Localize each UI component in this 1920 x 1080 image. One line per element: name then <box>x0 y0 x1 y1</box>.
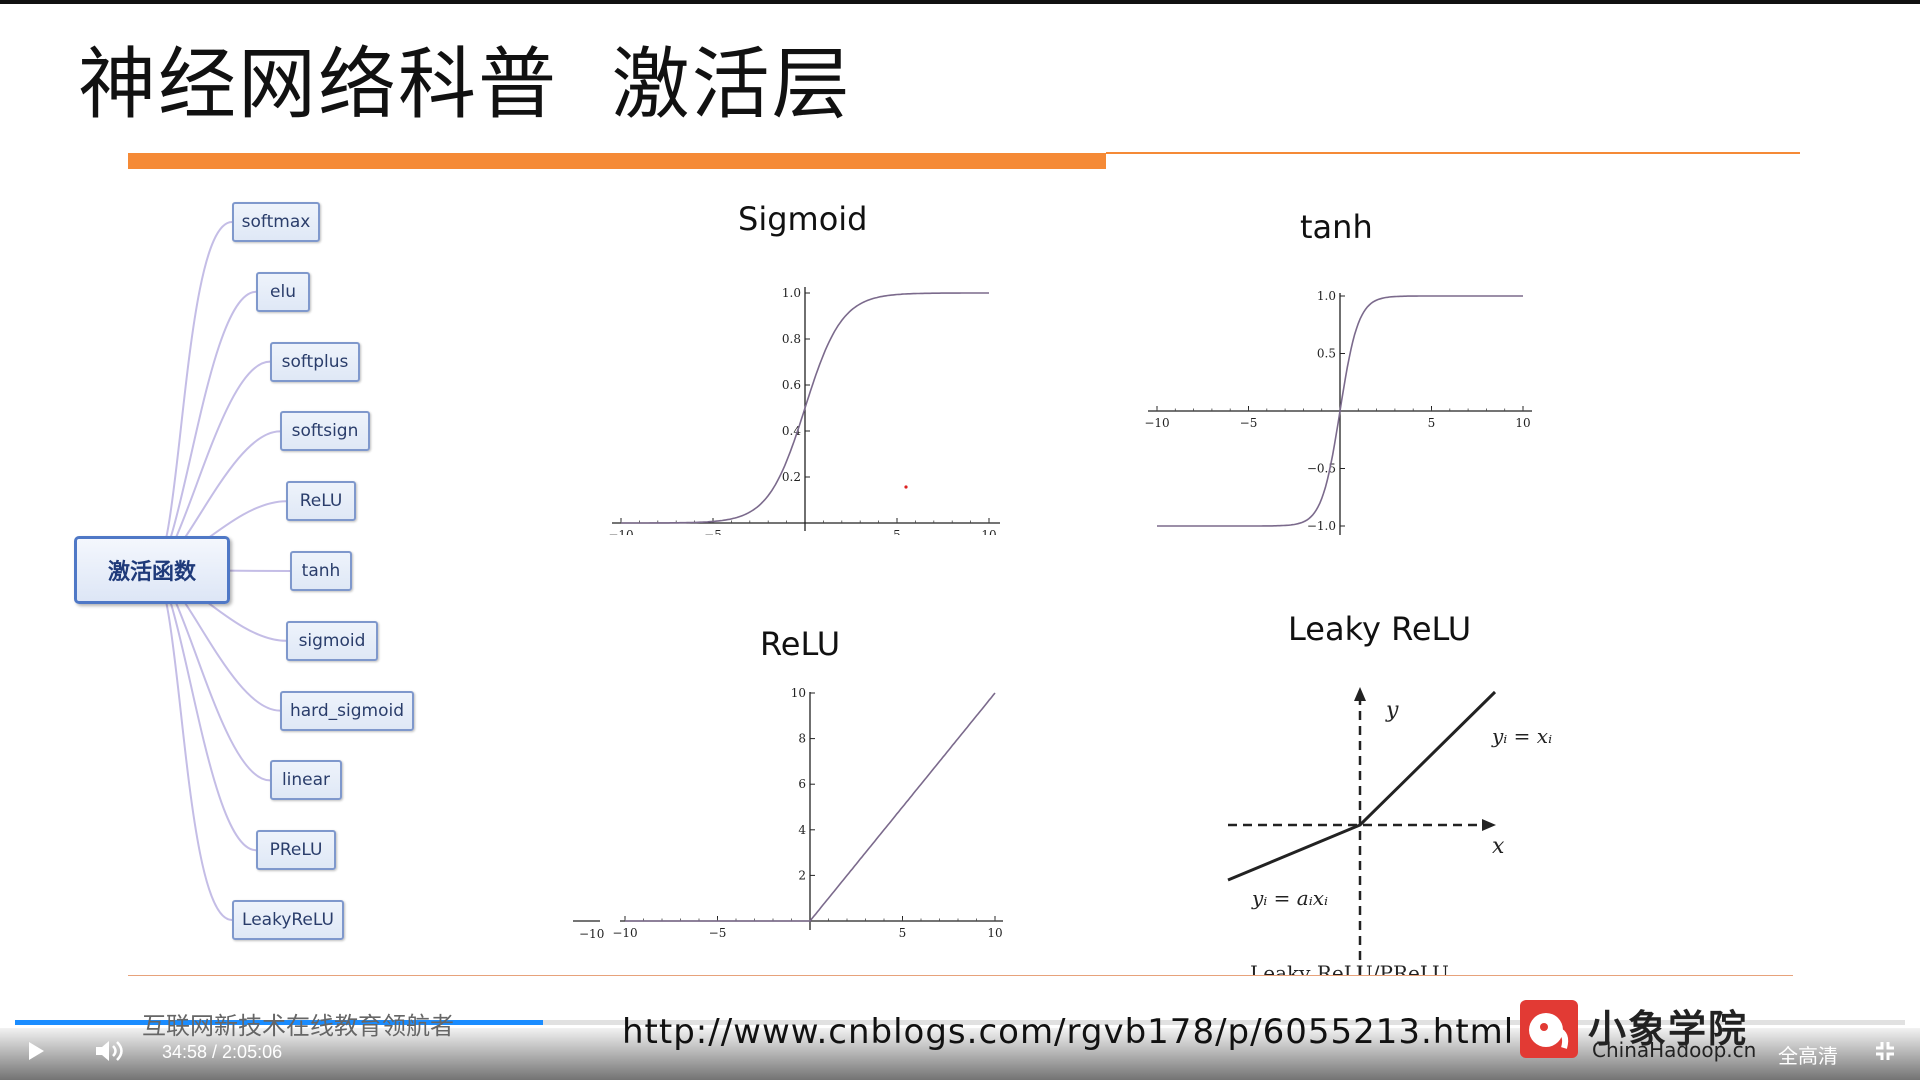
annotation-negative: yᵢ = aᵢxᵢ <box>1251 886 1328 910</box>
x-tick-label: 5 <box>899 926 907 940</box>
relu-chart: −10 −5 5 10 2 4 6 8 10 −10 <box>573 686 1003 941</box>
x-tick-label: 10 <box>987 926 1002 940</box>
mindmap-node-hard-sigmoid: hard_sigmoid <box>280 690 414 731</box>
x-axis-arrow <box>1482 819 1496 831</box>
mindmap-node-softplus: softplus <box>270 341 360 382</box>
accent-line <box>1106 152 1800 154</box>
accent-bar <box>128 153 1106 169</box>
x-tick-label: 5 <box>893 528 901 535</box>
mindmap-node-linear: linear <box>270 760 342 801</box>
top-border <box>0 0 1920 4</box>
annotation-positive: yᵢ = xᵢ <box>1491 724 1552 748</box>
x-tick-label: −10 <box>608 528 633 535</box>
mindmap-node-tanh: tanh <box>290 551 352 591</box>
exit-fullscreen-button[interactable] <box>1874 1040 1896 1067</box>
y-tick-label: 2 <box>798 868 806 882</box>
leaky-relu-title: Leaky ReLU <box>1288 610 1472 648</box>
x-tick-label: −10 <box>612 926 637 940</box>
y-tick-label: 1.0 <box>1317 289 1336 303</box>
y-tick-label: 6 <box>798 777 806 791</box>
y-tick-label: 0.6 <box>782 378 801 392</box>
y-tick-label: 1.0 <box>782 286 801 300</box>
caption-partial: Leaky ReLU/PReLU <box>1250 961 1449 975</box>
relu-title: ReLU <box>760 625 841 663</box>
play-button[interactable] <box>26 1040 46 1067</box>
mindmap-node-softsign: softsign <box>280 411 370 452</box>
mindmap-node-leakyrelu: LeakyReLU <box>232 900 344 940</box>
logo-english-text: ChinaHadoop.cn <box>1592 1038 1757 1062</box>
y-tick-label: 0.2 <box>782 470 801 484</box>
elephant-logo-icon <box>1520 1000 1578 1058</box>
extra-tick-label: −10 <box>579 927 604 941</box>
volume-icon <box>96 1041 123 1061</box>
slide-title: 神经网络科普 激活层 <box>78 40 852 130</box>
exit-fullscreen-icon <box>1876 1042 1894 1060</box>
sigmoid-chart: −10 −5 5 100.20.40.60.81.0 <box>608 286 1000 535</box>
x-tick-label: −5 <box>704 528 722 535</box>
y-tick-label: 10 <box>791 686 806 700</box>
volume-button[interactable] <box>94 1039 124 1068</box>
footer-slogan: 互联网新技术在线教育领航者 <box>142 1012 454 1040</box>
mindmap-node-elu: elu <box>256 271 310 312</box>
mindmap-connector-0 <box>151 221 233 571</box>
y-axis-arrow <box>1354 687 1366 701</box>
mindmap-node-softmax: softmax <box>232 202 320 242</box>
x-tick-label: −10 <box>1144 416 1169 430</box>
reference-url: http://www.cnblogs.com/rgvb178/p/6055213… <box>622 1012 1515 1052</box>
tanh-chart: −10 −5 5 101.00.5−0.5−1.0 <box>1144 289 1532 535</box>
play-icon <box>29 1042 44 1060</box>
mindmap-connector-10 <box>151 569 233 921</box>
x-tick-label: −5 <box>1240 416 1258 430</box>
bottom-rule <box>128 975 1793 976</box>
y-axis-label: y <box>1385 698 1399 723</box>
x-tick-label: −5 <box>709 926 727 940</box>
y-tick-label: 0.5 <box>1317 347 1336 361</box>
quality-button[interactable]: 全高清 <box>1778 1040 1838 1069</box>
x-tick-label: 10 <box>981 528 996 535</box>
leaky-relu-chart: y x yᵢ = xᵢ yᵢ = aᵢxᵢ Leaky ReLU/PReLU <box>1227 687 1552 975</box>
mindmap-node-prelu: PReLU <box>256 830 336 871</box>
red-dot-marker <box>904 485 908 489</box>
mindmap-root-node: 激活函数 <box>74 536 230 604</box>
y-tick-label: −1.0 <box>1307 519 1336 533</box>
brand-logo: 小象学院 ChinaHadoop.cn <box>1520 1000 1760 1062</box>
y-tick-label: 0.8 <box>782 332 801 346</box>
x-tick-label: 10 <box>1515 416 1530 430</box>
mindmap-node-sigmoid: sigmoid <box>286 620 378 661</box>
sigmoid-title: Sigmoid <box>738 200 868 238</box>
y-tick-label: 4 <box>798 823 806 837</box>
x-tick-label: 5 <box>1428 416 1436 430</box>
tanh-title: tanh <box>1300 208 1373 246</box>
activation-mindmap: 激活函数 softmax elu softplus softsign ReLU tanh s… <box>60 190 460 950</box>
series-line <box>1227 690 1497 882</box>
time-display: 34:58 / 2:05:06 <box>162 1042 283 1062</box>
y-tick-label: 8 <box>798 732 806 746</box>
mindmap-node-relu: ReLU <box>286 481 356 522</box>
x-axis-label: x <box>1492 834 1505 859</box>
